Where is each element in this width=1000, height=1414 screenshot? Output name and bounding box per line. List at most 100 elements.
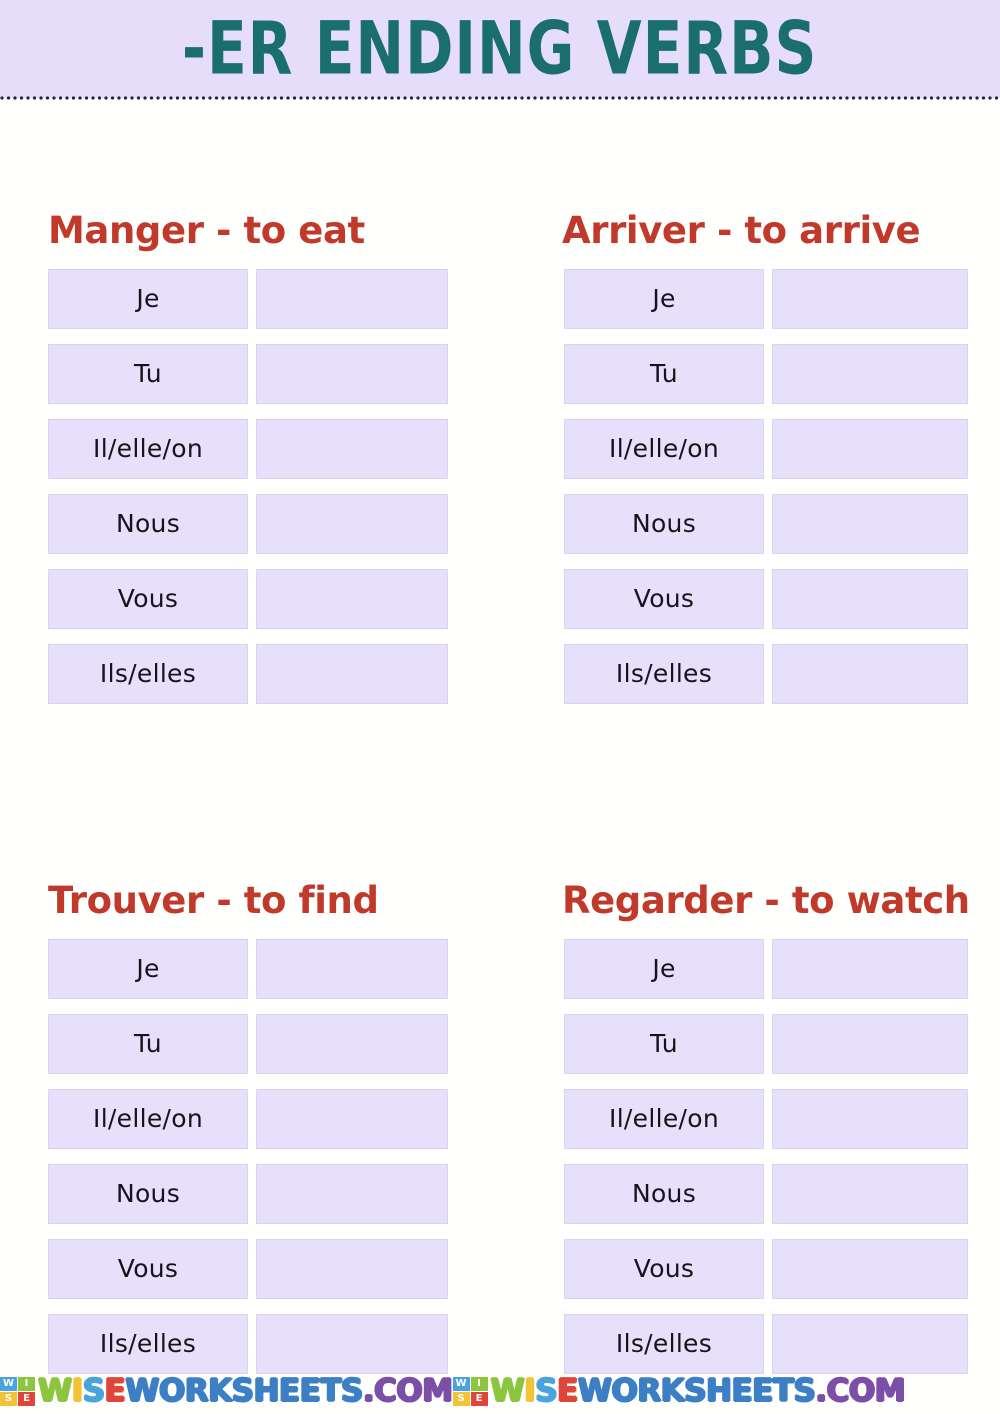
table-row: Vous (48, 568, 468, 629)
answer-cell[interactable] (256, 1313, 448, 1374)
table-row: Je (564, 938, 984, 999)
pronoun-cell: Nous (48, 1163, 248, 1224)
pronoun-cell: Tu (564, 343, 764, 404)
answer-cell[interactable] (256, 1163, 448, 1224)
logo-letter-w: W (452, 1376, 470, 1391)
answer-cell[interactable] (772, 493, 968, 554)
logo-letter-i: I (18, 1376, 35, 1391)
answer-cell[interactable] (256, 938, 448, 999)
verb-block-regarder: Regarder - to watch Je Tu Il/elle/on Nou… (562, 879, 984, 1374)
verb-block-trouver: Trouver - to find Je Tu Il/elle/on Nous … (48, 879, 468, 1374)
table-row: Je (48, 938, 468, 999)
wm-part-e: E (104, 1372, 126, 1409)
table-row: Je (564, 268, 984, 329)
wm-part-e: E (557, 1372, 578, 1409)
table-row: Il/elle/on (564, 418, 984, 479)
answer-cell[interactable] (256, 643, 448, 704)
answer-cell[interactable] (256, 493, 448, 554)
watermark-unit: W I S E WISEWORKSHEETS.COM (0, 1368, 453, 1414)
logo-letter-e: E (18, 1391, 35, 1406)
page-title: -ER ENDING VERBS (182, 6, 818, 92)
verb-heading-trouver: Trouver - to find (48, 879, 379, 922)
answer-cell[interactable] (256, 343, 448, 404)
wm-part-com: .COM (362, 1372, 453, 1409)
conjugation-table-manger: Je Tu Il/elle/on Nous Vous Ils/elles (48, 268, 468, 704)
answer-cell[interactable] (772, 268, 968, 329)
answer-cell[interactable] (772, 1088, 968, 1149)
wm-part-w: W (490, 1372, 525, 1409)
answer-cell[interactable] (772, 1163, 968, 1224)
answer-cell[interactable] (772, 418, 968, 479)
table-row: Nous (564, 1163, 984, 1224)
table-row: Tu (564, 1013, 984, 1074)
logo-letter-s: S (0, 1391, 17, 1406)
table-row: Il/elle/on (564, 1088, 984, 1149)
pronoun-cell: Il/elle/on (48, 1088, 248, 1149)
verb-block-manger: Manger - to eat Je Tu Il/elle/on Nous Vo… (48, 209, 468, 704)
wm-part-s: S (82, 1372, 105, 1409)
answer-cell[interactable] (772, 1313, 968, 1374)
verb-heading-manger: Manger - to eat (48, 209, 365, 252)
verb-block-arriver: Arriver - to arrive Je Tu Il/elle/on Nou… (562, 210, 984, 704)
wm-part-com: .COM (815, 1372, 906, 1409)
pronoun-cell: Je (48, 938, 248, 999)
answer-cell[interactable] (772, 938, 968, 999)
answer-cell[interactable] (772, 343, 968, 404)
wise-logo-icon: W I S E (0, 1376, 35, 1406)
watermark-text: WISEWORKSHEETS.COM (490, 1372, 906, 1409)
table-row: Vous (564, 1238, 984, 1299)
pronoun-cell: Vous (564, 1238, 764, 1299)
answer-cell[interactable] (256, 1088, 448, 1149)
wm-part-i: I (71, 1372, 84, 1409)
pronoun-cell: Ils/elles (564, 1313, 764, 1374)
table-row: Nous (48, 493, 468, 554)
conjugation-table-arriver: Je Tu Il/elle/on Nous Vous Ils/elles (564, 268, 984, 704)
answer-cell[interactable] (256, 268, 448, 329)
logo-letter-s: S (452, 1391, 470, 1406)
answer-cell[interactable] (772, 1013, 968, 1074)
wm-part-i: I (524, 1372, 536, 1409)
table-row: Ils/elles (48, 1313, 468, 1374)
pronoun-cell: Il/elle/on (564, 1088, 764, 1149)
table-row: Tu (48, 343, 468, 404)
answer-cell[interactable] (772, 568, 968, 629)
pronoun-cell: Ils/elles (564, 643, 764, 704)
pronoun-cell: Je (48, 268, 248, 329)
answer-cell[interactable] (256, 1013, 448, 1074)
pronoun-cell: Tu (564, 1013, 764, 1074)
logo-letter-i: I (470, 1376, 488, 1391)
pronoun-cell: Je (564, 938, 764, 999)
pronoun-cell: Ils/elles (48, 643, 248, 704)
wise-logo-icon: W I S E (452, 1376, 488, 1406)
table-row: Il/elle/on (48, 1088, 468, 1149)
answer-cell[interactable] (772, 643, 968, 704)
pronoun-cell: Vous (48, 1238, 248, 1299)
table-row: Je (48, 268, 468, 329)
answer-cell[interactable] (256, 1238, 448, 1299)
pronoun-cell: Nous (48, 493, 248, 554)
pronoun-cell: Il/elle/on (564, 418, 764, 479)
table-row: Nous (564, 493, 984, 554)
wm-part-w: W (38, 1372, 72, 1409)
conjugation-table-regarder: Je Tu Il/elle/on Nous Vous Ils/elles (564, 938, 984, 1374)
answer-cell[interactable] (256, 568, 448, 629)
table-row: Vous (48, 1238, 468, 1299)
watermark-unit: W I S E WISEWORKSHEETS.COM (452, 1368, 906, 1414)
pronoun-cell: Vous (564, 568, 764, 629)
logo-letter-w: W (0, 1376, 17, 1391)
pronoun-cell: Tu (48, 1013, 248, 1074)
table-row: Ils/elles (564, 1313, 984, 1374)
answer-cell[interactable] (772, 1238, 968, 1299)
wm-part-worksheets: WORKSHEETS (125, 1372, 363, 1409)
table-row: Nous (48, 1163, 468, 1224)
answer-cell[interactable] (256, 418, 448, 479)
verb-heading-regarder: Regarder - to watch (562, 879, 970, 922)
pronoun-cell: Il/elle/on (48, 418, 248, 479)
wm-part-s: S (535, 1372, 558, 1409)
table-row: Il/elle/on (48, 418, 468, 479)
table-row: Vous (564, 568, 984, 629)
conjugation-table-trouver: Je Tu Il/elle/on Nous Vous Ils/elles (48, 938, 468, 1374)
watermark-text: WISEWORKSHEETS.COM (38, 1372, 453, 1409)
pronoun-cell: Nous (564, 1163, 764, 1224)
table-row: Ils/elles (48, 643, 468, 704)
